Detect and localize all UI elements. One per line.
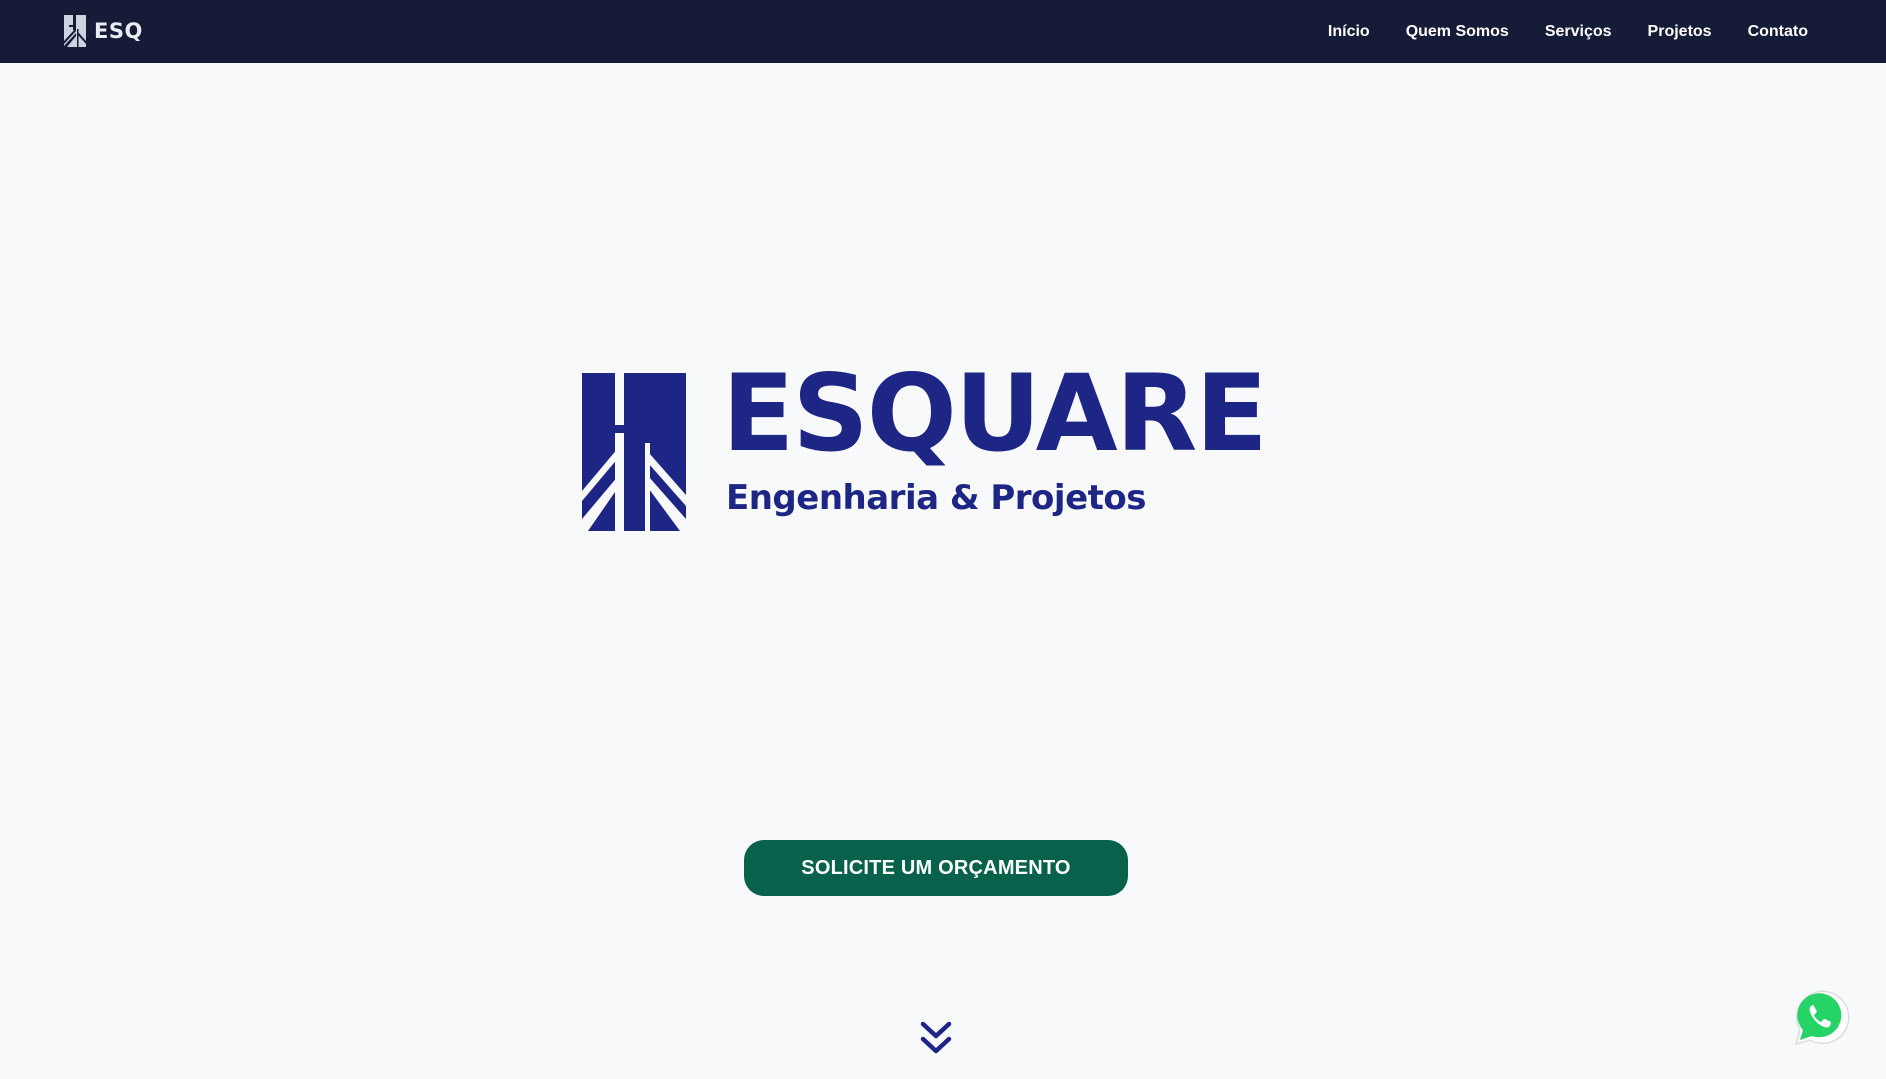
nav-brand-logo[interactable]: ESQ [64,15,143,47]
request-quote-button[interactable]: SOLICITE UM ORÇAMENTO [744,840,1128,896]
esquare-mark-icon [582,373,686,531]
hero-subtitle: Engenharia & Projetos [726,478,1146,518]
top-navbar: ESQ Início Quem Somos Serviços Projetos … [0,0,1886,63]
nav-link-inicio[interactable]: Início [1328,23,1370,41]
hero-title: ESQUARE [722,352,1268,475]
scroll-down-button[interactable] [919,1020,953,1056]
nav-link-projetos[interactable]: Projetos [1648,23,1712,41]
nav-link-servicos[interactable]: Serviços [1545,23,1612,41]
nav-link-contato[interactable]: Contato [1748,23,1808,41]
double-chevron-down-icon [920,1021,952,1054]
esq-logo-icon [64,15,86,47]
nav-brand-text: ESQ [94,19,143,43]
nav-link-quem-somos[interactable]: Quem Somos [1406,23,1509,41]
whatsapp-icon [1794,990,1850,1046]
nav-links: Início Quem Somos Serviços Projetos Cont… [1292,0,1808,63]
hero-logo: ESQUARE Engenharia & Projetos [582,361,1294,531]
whatsapp-chat-button[interactable] [1786,984,1852,1050]
